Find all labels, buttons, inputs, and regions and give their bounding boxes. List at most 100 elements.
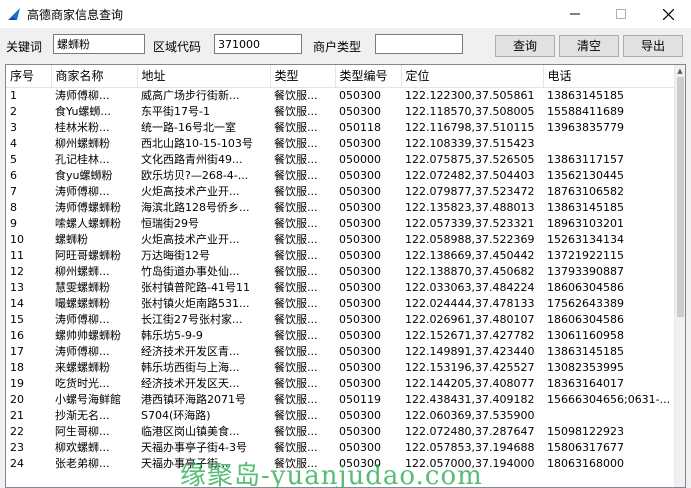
table-row[interactable]: 4 柳州螺蛳粉 西北山路10-15-103号 餐饮服... 050300 122.1083… bbox=[6, 136, 674, 152]
table-header-row: 序号 商家名称 地址 类型 类型编号 定位 电话 bbox=[6, 65, 675, 88]
table-cell: 慧雯螺蛳粉 bbox=[55, 280, 110, 294]
table-cell: 15666304656;0631-... bbox=[547, 392, 671, 406]
table-cell: 050300 bbox=[339, 328, 381, 342]
table-cell: 15263134134 bbox=[547, 232, 624, 246]
table-row[interactable]: 18 来螺螺蛳粉 韩乐坊西街与上海... 餐饮服... 050300 122.153196… bbox=[6, 360, 674, 376]
column-header[interactable]: 定位 bbox=[401, 65, 544, 88]
table-cell: 柳州螺蛳粉 bbox=[55, 136, 110, 150]
table-row[interactable]: 15 涛师傅柳... 长江街27号张村家... 餐饮服... 050300 122.026… bbox=[6, 312, 674, 328]
minimize-button[interactable] bbox=[552, 0, 598, 28]
table-cell: 18763106582 bbox=[547, 184, 624, 198]
table-cell: 餐饮服... bbox=[274, 408, 318, 422]
table-cell: 涛师傅螺蛳粉 bbox=[55, 200, 121, 214]
table-cell: 餐饮服... bbox=[274, 296, 318, 310]
table-cell: 18606304586 bbox=[547, 312, 624, 326]
table-row[interactable]: 23 柳欢螺蛳... 天福办事亭子街4-3号 餐饮服... 050300 122.0578… bbox=[6, 440, 674, 456]
table-row[interactable]: 3 桂林米粉... 统一路-16号北一室 餐饮服... 050118 122.116798… bbox=[6, 120, 674, 136]
app-logo-icon bbox=[8, 8, 20, 20]
column-header[interactable]: 序号 bbox=[6, 65, 52, 88]
table-row[interactable]: 12 柳州螺蛳... 竹岛街道办事处仙... 餐饮服... 050300 122.1388… bbox=[6, 264, 674, 280]
table-row[interactable]: 5 孔记桂林... 文化西路青州街49... 餐饮服... 050000 122.0758… bbox=[6, 152, 674, 168]
table-row[interactable]: 13 慧雯螺蛳粉 张村镇普陀路-41号11 餐饮服... 050300 122.03306… bbox=[6, 280, 674, 296]
table-cell: 13963835779 bbox=[547, 120, 624, 134]
table-row[interactable]: 16 螺帅帅螺蛳粉 韩乐坊5-9-9 餐饮服... 050300 122.152671,3… bbox=[6, 328, 674, 344]
table-row[interactable]: 24 张老弟柳... 天福办事亭子街... 餐饮服... 050300 122.05700… bbox=[6, 456, 674, 472]
vertical-scrollbar[interactable]: ▲ bbox=[674, 65, 685, 487]
scrollbar-thumb[interactable] bbox=[677, 77, 684, 317]
table-cell: 122.138870,37.450682 bbox=[405, 264, 535, 278]
table-cell: 8 bbox=[10, 200, 17, 214]
table-cell: 13793390887 bbox=[547, 264, 624, 278]
table-cell: 海滨北路128号侨乡... bbox=[141, 200, 250, 214]
table-cell: 122.144205,37.408077 bbox=[405, 376, 535, 390]
table-cell: 火炬高技术产业开... bbox=[141, 232, 240, 246]
app-window: 高德商家信息查询 关键词 区域代码 商户类型 查询 清空 导出 bbox=[0, 0, 691, 488]
table-cell: 涛师傅柳... bbox=[55, 344, 110, 358]
table-row[interactable]: 2 食Yu螺蛳... 东平街17号-1 餐饮服... 050300 122.118570,… bbox=[6, 104, 674, 120]
table-cell: 13061160958 bbox=[547, 328, 624, 342]
export-button[interactable]: 导出 bbox=[623, 35, 683, 57]
table-row[interactable]: 19 吃货时光... 经济技术开发区天... 餐饮服... 050300 122.1442… bbox=[6, 376, 674, 392]
maximize-button[interactable] bbox=[598, 0, 644, 28]
table-row[interactable]: 21 抄渐无名... S704(环海路) 餐饮服... 050300 122.060369… bbox=[6, 408, 674, 424]
table-cell: 14 bbox=[10, 296, 24, 310]
table-cell: 2 bbox=[10, 104, 17, 118]
table-row[interactable]: 10 螺蛳粉 火炬高技术产业开... 餐饮服... 050300 122.058988,3… bbox=[6, 232, 674, 248]
table-cell: 15588411689 bbox=[547, 104, 624, 118]
table-cell: 餐饮服... bbox=[274, 440, 318, 454]
table-cell: 050300 bbox=[339, 376, 381, 390]
table-row[interactable]: 14 嘬螺螺蛳粉 张村镇火炬南路531... 餐饮服... 050300 122.0244… bbox=[6, 296, 674, 312]
table-row[interactable]: 7 涛师傅柳... 火炬高技术产业开... 餐饮服... 050300 122.07987… bbox=[6, 184, 674, 200]
table-cell: 122.075875,37.526505 bbox=[405, 152, 535, 166]
column-header[interactable]: 类型 bbox=[270, 65, 336, 88]
table-cell: 050300 bbox=[339, 280, 381, 294]
table-cell: 餐饮服... bbox=[274, 152, 318, 166]
table-row[interactable]: 20 小螺号海鲜館 港西镇环海路2071号 餐饮服... 050119 122.43843… bbox=[6, 392, 674, 408]
column-header[interactable]: 电话 bbox=[543, 65, 675, 88]
table-cell: 餐饮服... bbox=[274, 120, 318, 134]
column-header[interactable]: 类型编号 bbox=[335, 65, 402, 88]
table-cell: S704(环海路) bbox=[141, 408, 211, 422]
table-cell: 10 bbox=[10, 232, 24, 246]
merchant-type-input[interactable] bbox=[375, 34, 463, 54]
table-row[interactable]: 22 阿生哥柳... 临港区岗山镇美食... 餐饮服... 050300 122.0724… bbox=[6, 424, 674, 440]
region-code-input[interactable] bbox=[214, 34, 302, 54]
table-row[interactable]: 9 嗦螺人螺蛳粉 恒瑞街29号 餐饮服... 050300 122.057339,37.5… bbox=[6, 216, 674, 232]
close-button[interactable] bbox=[645, 0, 691, 28]
table-row[interactable]: 1 涛师傅柳... 威高广场步行街新... 餐饮服... 050300 122.12230… bbox=[6, 87, 674, 104]
window-title: 高德商家信息查询 bbox=[27, 8, 124, 22]
query-button[interactable]: 查询 bbox=[495, 35, 555, 57]
table-cell: 餐饮服... bbox=[274, 280, 318, 294]
table-cell: 4 bbox=[10, 136, 17, 150]
table-row[interactable]: 17 涛师傅柳... 经济技术开发区青... 餐饮服... 050300 122.1498… bbox=[6, 344, 674, 360]
table-cell: 050300 bbox=[339, 104, 381, 118]
table-cell: 122.060369,37.535900 bbox=[405, 408, 535, 422]
table-cell: 050300 bbox=[339, 424, 381, 438]
table-cell: 餐饮服... bbox=[274, 136, 318, 150]
table-cell: 天福办事亭子街4-3号 bbox=[141, 440, 247, 454]
table-row[interactable]: 8 涛师傅螺蛳粉 海滨北路128号侨乡... 餐饮服... 050300 122.1358… bbox=[6, 200, 674, 216]
scroll-up-icon[interactable]: ▲ bbox=[675, 65, 685, 77]
table-cell: 050300 bbox=[339, 264, 381, 278]
table-cell: 来螺螺蛳粉 bbox=[55, 360, 110, 374]
results-grid[interactable]: 序号 商家名称 地址 类型 类型编号 定位 电话 1 涛师傅柳... 威高广场步行街新... 餐饮… bbox=[5, 64, 686, 488]
keyword-input[interactable] bbox=[53, 34, 145, 54]
table-cell: 嗦螺人螺蛳粉 bbox=[55, 216, 121, 230]
table-cell: 吃货时光... bbox=[55, 376, 110, 390]
table-cell: 火炬高技术产业开... bbox=[141, 184, 240, 198]
table-cell: 122.024444,37.478133 bbox=[405, 296, 535, 310]
column-header[interactable]: 地址 bbox=[137, 65, 271, 88]
table-row[interactable]: 6 食yu螺蛳粉 欧乐坊贝?—268-4-... 餐饮服... 050300 122.07… bbox=[6, 168, 674, 184]
table-cell: 餐饮服... bbox=[274, 200, 318, 214]
column-header[interactable]: 商家名称 bbox=[51, 65, 138, 88]
table-cell: 恒瑞街29号 bbox=[141, 216, 199, 230]
table-cell: 122.116798,37.510115 bbox=[405, 120, 535, 134]
table-cell: 15098122923 bbox=[547, 424, 624, 438]
table-cell: 050300 bbox=[339, 248, 381, 262]
table-cell: 050300 bbox=[339, 200, 381, 214]
table-cell: 餐饮服... bbox=[274, 328, 318, 342]
table-row[interactable]: 11 阿旺哥螺蛳粉 万达晦街12号 餐饮服... 050300 122.138669,37… bbox=[6, 248, 674, 264]
table-cell: 餐饮服... bbox=[274, 216, 318, 230]
clear-button[interactable]: 清空 bbox=[559, 35, 619, 57]
table-cell: 050300 bbox=[339, 168, 381, 182]
